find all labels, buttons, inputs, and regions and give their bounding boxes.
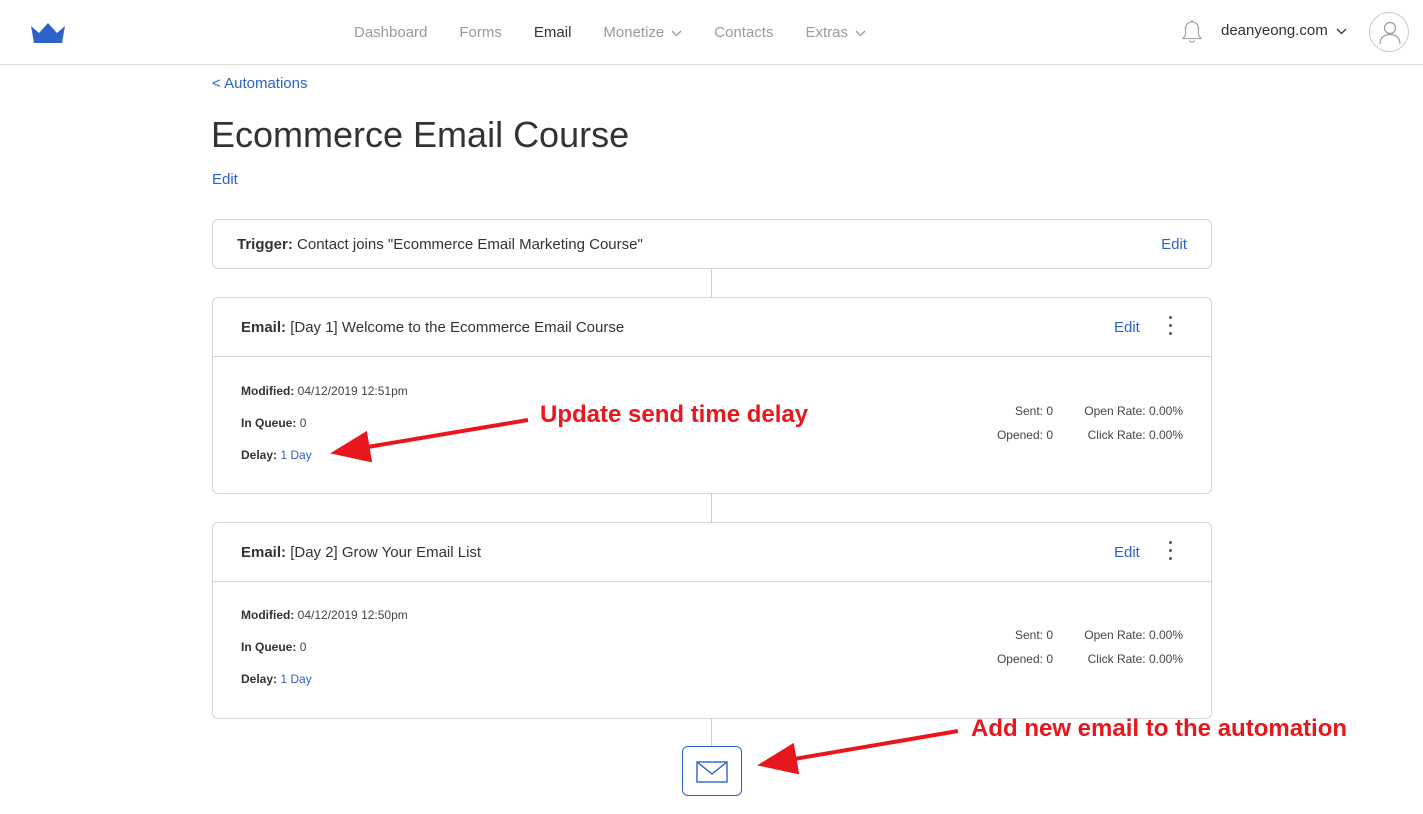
envelope-icon bbox=[696, 761, 728, 783]
trigger-description: Contact joins "Ecommerce Email Marketing… bbox=[297, 236, 643, 253]
stat-opened: Opened: 0 bbox=[996, 428, 1053, 442]
nav-item-email[interactable]: Email bbox=[518, 24, 588, 41]
nav-item-label: Dashboard bbox=[354, 24, 428, 41]
email-card-header: Email: [Day 2] Grow Your Email List Edit bbox=[213, 523, 1211, 582]
nav-item-label: Email bbox=[533, 24, 572, 41]
queue-label: In Queue: bbox=[241, 640, 297, 654]
email-in-queue: In Queue: 0 bbox=[241, 416, 306, 430]
queue-value: 0 bbox=[299, 416, 307, 430]
stat-sent: Sent: 0 bbox=[1014, 404, 1053, 418]
main-nav: Dashboard Forms Email Monetize Contacts … bbox=[338, 0, 882, 65]
email-card-day-2: Email: [Day 2] Grow Your Email List Edit… bbox=[212, 522, 1212, 719]
page-title: Ecommerce Email Course bbox=[211, 114, 630, 155]
email-label: Email: bbox=[241, 544, 287, 561]
top-navigation-bar: Dashboard Forms Email Monetize Contacts … bbox=[0, 0, 1423, 65]
flow-connector bbox=[711, 718, 712, 746]
modified-label: Modified: bbox=[241, 608, 295, 622]
flow-connector bbox=[711, 494, 712, 522]
nav-item-label: Monetize bbox=[603, 24, 665, 41]
modified-value: 04/12/2019 12:51pm bbox=[297, 384, 408, 398]
email-modified: Modified: 04/12/2019 12:51pm bbox=[241, 384, 408, 398]
edit-email-link[interactable]: Edit bbox=[1114, 544, 1140, 561]
stat-open-rate: Open Rate: 0.00% bbox=[1084, 404, 1183, 418]
chevron-down-icon bbox=[1336, 28, 1347, 35]
nav-item-forms[interactable]: Forms bbox=[443, 24, 518, 41]
email-subject: [Day 1] Welcome to the Ecommerce Email C… bbox=[290, 319, 625, 336]
queue-label: In Queue: bbox=[241, 416, 297, 430]
stat-click-rate: Click Rate: 0.00% bbox=[1087, 652, 1183, 666]
edit-email-link[interactable]: Edit bbox=[1114, 319, 1140, 336]
crown-icon[interactable] bbox=[29, 20, 67, 46]
annotation-arrow-add-email bbox=[757, 729, 959, 775]
user-icon bbox=[1379, 21, 1401, 45]
modified-label: Modified: bbox=[241, 384, 295, 398]
chevron-down-icon bbox=[671, 30, 682, 37]
stat-opened: Opened: 0 bbox=[996, 652, 1053, 666]
flow-connector bbox=[711, 269, 712, 297]
email-card-header: Email: [Day 1] Welcome to the Ecommerce … bbox=[213, 298, 1211, 357]
modified-value: 04/12/2019 12:50pm bbox=[297, 608, 408, 622]
email-label: Email: bbox=[241, 319, 287, 336]
edit-automation-link[interactable]: Edit bbox=[212, 171, 238, 188]
delay-link[interactable]: 1 Day bbox=[280, 672, 311, 686]
add-email-button[interactable] bbox=[682, 746, 742, 796]
trigger-text: Trigger: Contact joins "Ecommerce Email … bbox=[237, 236, 643, 253]
delay-label: Delay: bbox=[241, 672, 278, 686]
stat-sent: Sent: 0 bbox=[1014, 628, 1053, 642]
stat-click-rate: Click Rate: 0.00% bbox=[1087, 428, 1183, 442]
queue-value: 0 bbox=[299, 640, 307, 654]
trigger-label: Trigger: bbox=[237, 236, 293, 253]
email-in-queue: In Queue: 0 bbox=[241, 640, 306, 654]
delay-label: Delay: bbox=[241, 448, 278, 462]
delay-link[interactable]: 1 Day bbox=[280, 448, 311, 462]
annotation-add-email: Add new email to the automation bbox=[971, 715, 1348, 742]
account-menu[interactable]: deanyeong.com bbox=[1221, 22, 1347, 39]
edit-trigger-link[interactable]: Edit bbox=[1161, 236, 1187, 253]
annotation-update-delay: Update send time delay bbox=[540, 401, 809, 428]
avatar[interactable] bbox=[1369, 12, 1409, 52]
back-to-automations-link[interactable]: < Automations bbox=[212, 75, 307, 92]
email-subject: [Day 2] Grow Your Email List bbox=[290, 544, 482, 561]
trigger-card: Trigger: Contact joins "Ecommerce Email … bbox=[212, 219, 1212, 269]
email-title: Email: [Day 1] Welcome to the Ecommerce … bbox=[241, 319, 624, 336]
stat-open-rate: Open Rate: 0.00% bbox=[1084, 628, 1183, 642]
nav-item-label: Forms bbox=[459, 24, 502, 41]
nav-item-label: Contacts bbox=[714, 24, 774, 41]
more-options-icon[interactable] bbox=[1163, 541, 1177, 563]
email-modified: Modified: 04/12/2019 12:50pm bbox=[241, 608, 408, 622]
email-delay: Delay: 1 Day bbox=[241, 672, 312, 686]
email-title: Email: [Day 2] Grow Your Email List bbox=[241, 544, 481, 561]
account-label: deanyeong.com bbox=[1221, 22, 1328, 39]
chevron-down-icon bbox=[855, 30, 866, 37]
nav-item-monetize[interactable]: Monetize bbox=[587, 24, 698, 41]
bell-icon[interactable] bbox=[1180, 19, 1204, 45]
email-delay: Delay: 1 Day bbox=[241, 448, 312, 462]
nav-item-extras[interactable]: Extras bbox=[789, 24, 882, 41]
email-card-day-1: Email: [Day 1] Welcome to the Ecommerce … bbox=[212, 297, 1212, 494]
more-options-icon[interactable] bbox=[1163, 316, 1177, 338]
nav-item-label: Extras bbox=[805, 24, 848, 41]
nav-item-contacts[interactable]: Contacts bbox=[698, 24, 789, 41]
nav-item-dashboard[interactable]: Dashboard bbox=[338, 24, 443, 41]
